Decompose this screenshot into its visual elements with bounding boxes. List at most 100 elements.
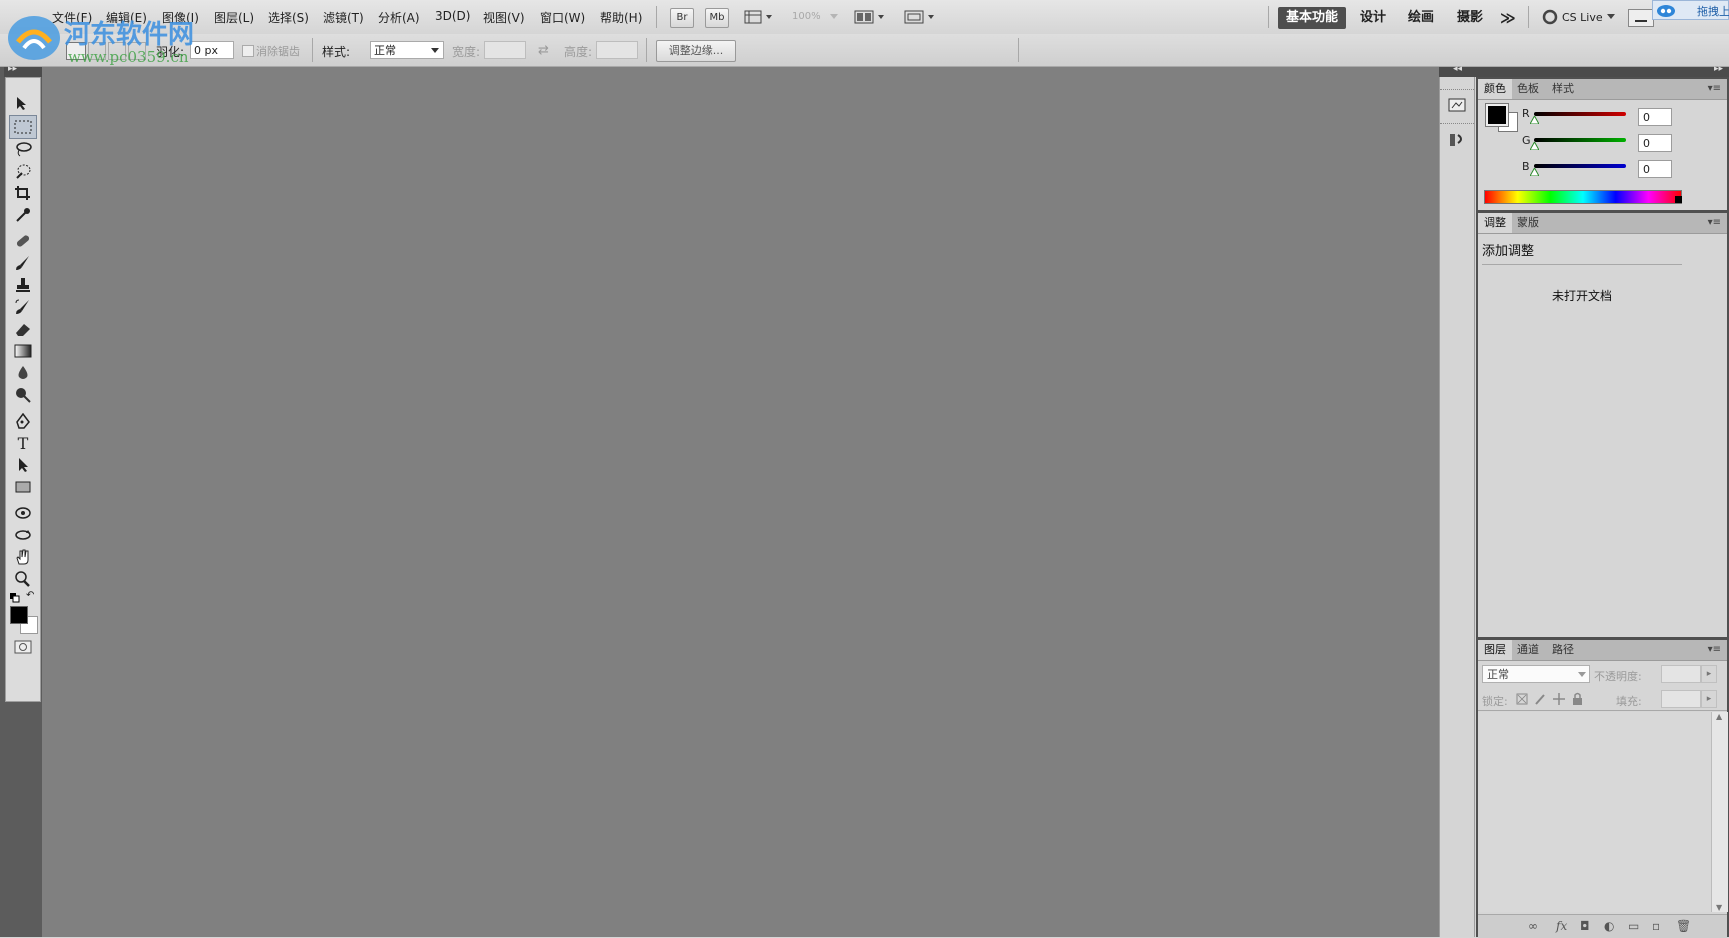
rectangle-tool-icon[interactable] — [6, 476, 40, 498]
slider-thumb-icon[interactable] — [1530, 142, 1539, 150]
menu-select[interactable]: 选择(S) — [268, 9, 309, 26]
menu-analysis[interactable]: 分析(A) — [378, 9, 420, 26]
link-layers-icon[interactable]: ∞ — [1528, 919, 1538, 933]
quick-mask-icon[interactable] — [14, 640, 32, 657]
layer-mask-icon[interactable]: ◘ — [1580, 919, 1590, 933]
scroll-up-icon[interactable]: ▲ — [1716, 712, 1722, 721]
tab-masks[interactable]: 蒙版 — [1511, 213, 1545, 233]
slider-thumb-icon[interactable] — [1530, 116, 1539, 124]
gradient-tool-icon[interactable] — [6, 340, 40, 362]
screen-mode-button[interactable] — [904, 10, 936, 27]
tab-adjustments[interactable]: 调整 — [1478, 213, 1512, 233]
brush-tool-icon[interactable] — [6, 252, 40, 274]
3d-orbit-tool-icon[interactable] — [6, 524, 40, 546]
menu-help[interactable]: 帮助(H) — [600, 9, 642, 26]
eyedropper-tool-icon[interactable] — [6, 204, 40, 226]
default-colors-icon[interactable] — [10, 592, 20, 603]
workspace-painting[interactable]: 绘画 — [1400, 7, 1442, 29]
hand-tool-icon[interactable] — [6, 546, 40, 568]
lasso-tool-icon[interactable] — [6, 138, 40, 160]
menu-3d[interactable]: 3D(D) — [435, 9, 470, 23]
tab-paths[interactable]: 路径 — [1546, 640, 1580, 660]
actions-panel-icon[interactable] — [1448, 131, 1466, 152]
green-slider[interactable] — [1534, 138, 1626, 142]
menu-edit[interactable]: 编辑(E) — [106, 9, 147, 26]
foreground-color-swatch[interactable] — [1485, 103, 1509, 127]
blue-slider[interactable] — [1534, 164, 1626, 168]
path-selection-tool-icon[interactable] — [6, 454, 40, 476]
history-brush-tool-icon[interactable] — [6, 296, 40, 318]
panel-menu-icon[interactable]: ▾≡ — [1708, 83, 1721, 94]
blur-tool-icon[interactable] — [6, 362, 40, 384]
black-swatch[interactable] — [1675, 196, 1682, 203]
new-layer-icon[interactable]: ▫ — [1652, 919, 1660, 933]
panels-header[interactable]: ▸▸ — [1476, 64, 1729, 77]
delete-layer-icon[interactable]: 🗑 — [1676, 919, 1691, 933]
red-slider[interactable] — [1534, 112, 1626, 116]
menu-view[interactable]: 视图(V) — [483, 9, 525, 26]
zoom-level[interactable]: 100% — [792, 11, 821, 22]
healing-brush-tool-icon[interactable] — [6, 230, 40, 252]
swap-colors-icon[interactable]: ↶ — [26, 590, 34, 601]
width-field[interactable] — [484, 41, 526, 59]
zoom-tool-icon[interactable] — [6, 568, 40, 590]
intersect-selection-button[interactable] — [128, 42, 146, 60]
dodge-tool-icon[interactable] — [6, 384, 40, 406]
document-canvas-area[interactable] — [42, 67, 1439, 937]
menu-filter[interactable]: 滤镜(T) — [323, 9, 364, 26]
swap-icon[interactable]: ⇄ — [538, 43, 549, 58]
type-tool-icon[interactable]: T — [6, 432, 40, 454]
fill-field[interactable] — [1661, 690, 1701, 708]
menu-file[interactable]: 文件(F) — [52, 9, 92, 26]
dock-header[interactable]: ◂◂ — [1439, 64, 1476, 77]
minibridge-button[interactable]: Mb — [705, 8, 729, 28]
crop-tool-icon[interactable] — [6, 182, 40, 204]
new-group-icon[interactable]: ▭ — [1628, 919, 1639, 933]
panel-menu-icon[interactable]: ▾≡ — [1708, 217, 1721, 228]
toolbox-header[interactable]: ▸▸ — [4, 64, 42, 77]
fill-arrow-icon[interactable]: ▸ — [1701, 690, 1717, 708]
style-select[interactable]: 正常 — [370, 41, 444, 59]
history-panel-icon[interactable] — [1448, 97, 1466, 116]
menu-image[interactable]: 图像(I) — [162, 9, 199, 26]
color-spectrum-bar[interactable] — [1484, 190, 1682, 204]
pen-tool-icon[interactable] — [6, 410, 40, 432]
clone-stamp-tool-icon[interactable] — [6, 274, 40, 296]
move-tool-icon[interactable] — [6, 92, 40, 114]
workspace-essentials[interactable]: 基本功能 — [1278, 7, 1347, 29]
tab-channels[interactable]: 通道 — [1511, 640, 1545, 660]
height-field[interactable] — [596, 41, 638, 59]
panel-menu-icon[interactable]: ▾≡ — [1708, 644, 1721, 655]
layers-scrollbar[interactable]: ▲ ▼ — [1711, 712, 1728, 912]
subtract-selection-button[interactable] — [108, 42, 126, 60]
cs-live-button[interactable]: CS Live — [1542, 9, 1615, 25]
adjustment-layer-icon[interactable]: ◐ — [1604, 919, 1614, 933]
workspace-photography[interactable]: 摄影 — [1449, 7, 1491, 29]
feather-field[interactable]: 0 px — [190, 41, 234, 59]
opacity-arrow-icon[interactable]: ▸ — [1701, 665, 1717, 683]
slider-thumb-icon[interactable] — [1530, 168, 1539, 176]
minimize-button[interactable] — [1628, 9, 1654, 27]
tab-styles[interactable]: 样式 — [1546, 79, 1580, 99]
more-workspaces-button[interactable]: ≫ — [1492, 7, 1524, 29]
blue-value-field[interactable]: 0 — [1638, 160, 1672, 178]
tab-color[interactable]: 颜色 — [1478, 79, 1512, 99]
menu-layer[interactable]: 图层(L) — [214, 9, 254, 26]
tab-layers[interactable]: 图层 — [1478, 640, 1512, 660]
lock-icons[interactable] — [1516, 692, 1586, 706]
workspace-design[interactable]: 设计 — [1352, 7, 1394, 29]
antialias-checkbox[interactable] — [242, 45, 254, 57]
layer-style-icon[interactable]: fx — [1556, 919, 1567, 933]
refine-edge-button[interactable]: 调整边缘... — [656, 40, 736, 62]
blend-mode-select[interactable]: 正常 — [1482, 665, 1590, 683]
green-value-field[interactable]: 0 — [1638, 134, 1672, 152]
quick-selection-tool-icon[interactable] — [6, 160, 40, 182]
scroll-down-icon[interactable]: ▼ — [1716, 903, 1722, 912]
view-extras-button[interactable] — [744, 10, 774, 27]
foreground-color-swatch[interactable] — [10, 606, 28, 624]
marquee-tool-icon[interactable] — [9, 115, 37, 139]
opacity-field[interactable] — [1661, 665, 1701, 683]
arrange-documents-button[interactable] — [854, 10, 886, 27]
new-selection-button[interactable] — [66, 42, 86, 60]
red-value-field[interactable]: 0 — [1638, 108, 1672, 126]
